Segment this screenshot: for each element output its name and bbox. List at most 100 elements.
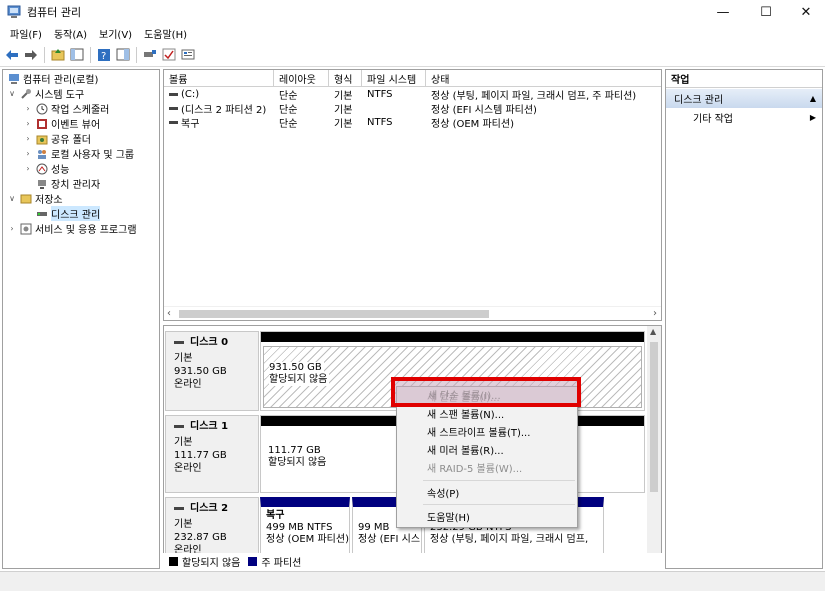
tree-item-root[interactable]: 컴퓨터 관리(로컬) [5,71,98,86]
menu-file[interactable]: 파일(F) [4,26,48,41]
volume-row[interactable]: (디스크 2 파티션 2) 단순 기본 정상 (EFI 시스템 파티션) [164,101,661,115]
menu-help[interactable]: 도움말(H) [138,26,193,41]
column-header-layout[interactable]: 레이아웃 [274,70,329,87]
menu-item-help[interactable]: 도움말(H) [397,507,577,525]
tree-item-shared-folders[interactable]: › 공유 폴더 [23,131,91,146]
chevron-right-icon[interactable]: › [23,119,33,128]
volume-row[interactable]: (C:) 단순 기본 NTFS 정상 (부팅, 페이지 파일, 크래시 덤프, … [164,87,661,101]
console-tree-icon[interactable] [69,47,85,63]
context-menu: 새 단순 볼륨(I)... 새 스팬 볼륨(N)... 새 스트라이프 볼륨(T… [396,386,578,528]
services-icon [19,222,32,235]
menu-action[interactable]: 동작(A) [48,26,93,41]
scroll-up-icon[interactable]: ▲ [650,327,656,336]
legend-unallocated: 할당되지 않음 [182,557,241,569]
column-header-status[interactable]: 상태 [426,70,661,87]
tree-item-services[interactable]: › 서비스 및 응용 프로그램 [7,221,137,236]
computer-management-icon [7,5,21,19]
check-icon[interactable] [161,47,177,63]
scroll-right-icon[interactable]: › [653,308,657,319]
tree-label-system-tools: 시스템 도구 [35,90,85,101]
show-hide-pane-icon[interactable] [115,47,131,63]
volume-layout: 단순 [279,104,298,116]
column-header-type[interactable]: 형식 [329,70,362,87]
highlighted-menu-item-label[interactable]: 새 단순 볼륨(I)... [428,387,501,402]
vertical-scrollbar[interactable]: ▲ ▼ [647,326,661,568]
tree-item-storage[interactable]: ∨ 저장소 [7,191,63,206]
column-header-filesystem[interactable]: 파일 시스템 [362,70,426,87]
tree-item-device-manager[interactable]: 장치 관리자 [33,176,100,191]
collapse-icon[interactable]: ▲ [810,94,816,103]
chevron-right-icon[interactable]: › [23,164,33,173]
tree-item-system-tools[interactable]: ∨ 시스템 도구 [7,86,84,101]
disk-1-label[interactable]: 디스크 1 기본 111.77 GB 온라인 [165,415,259,493]
scroll-left-icon[interactable]: ‹ [167,308,171,319]
chevron-down-icon[interactable]: ∨ [7,194,17,203]
disk-1-state: 온라인 [174,463,202,474]
volume-icon [169,106,178,110]
legend-primary: 주 파티션 [261,557,302,569]
actions-more-label: 기타 작업 [693,113,733,125]
maximize-button[interactable]: ☐ [749,0,783,24]
chevron-right-icon[interactable]: › [23,104,33,113]
disk-2-name: 디스크 2 [174,502,258,515]
disk-0-size: 931.50 GB [174,366,227,377]
volume-name-cell: (C:) [164,87,274,101]
tree-item-local-users[interactable]: › 로컬 사용자 및 그룹 [23,146,134,161]
scrollbar-thumb[interactable] [179,310,489,318]
tree-item-task-scheduler[interactable]: › 작업 스케줄러 [23,101,109,116]
forward-icon[interactable] [23,47,39,63]
connect-icon[interactable] [142,47,158,63]
menu-item-new-striped-volume[interactable]: 새 스트라이프 볼륨(T)... [397,422,577,440]
tree-label-shared-folders: 공유 폴더 [51,135,91,146]
volume-filesystem [362,101,426,115]
volume-name: (디스크 2 파티션 2) [181,104,267,116]
menu-separator [423,480,575,481]
chevron-right-icon[interactable]: › [23,149,33,158]
horizontal-scrollbar[interactable]: ‹ › [164,306,661,320]
close-button[interactable]: ✕ [789,0,823,24]
disk-2-p1-size: 499 MB NTFS [266,522,333,533]
disk-0-label[interactable]: 디스크 0 기본 931.50 GB 온라인 [165,331,259,411]
toolbar-separator [136,46,137,63]
chevron-right-icon[interactable]: › [23,134,33,143]
computer-management-icon [7,72,20,85]
menu-item-new-raid5-volume[interactable]: 새 RAID-5 볼륨(W)... [397,458,577,476]
menu-separator [423,504,575,505]
volume-icon [169,120,178,124]
volume-list-header: 볼륨 레이아웃 형식 파일 시스템 상태 [164,70,661,87]
help-icon[interactable]: ? [96,47,112,63]
volume-list: 볼륨 레이아웃 형식 파일 시스템 상태 (C:) 단순 기본 NTFS 정상 … [163,69,662,321]
actions-header: 작업 [666,70,822,88]
storage-icon [19,192,32,205]
vertical-scrollbar-thumb[interactable] [650,342,658,492]
menu-item-properties[interactable]: 속성(P) [397,483,577,501]
menu-bar: 파일(F) 동작(A) 보기(V) 도움말(H) [0,24,825,43]
volume-name-cell: 복구 [164,115,274,129]
volume-row[interactable]: 복구 단순 기본 NTFS 정상 (OEM 파티션) [164,115,661,129]
menu-item-new-mirrored-volume[interactable]: 새 미러 볼륨(R)... [397,440,577,458]
title-bar: 컴퓨터 관리 [0,0,825,24]
minimize-button[interactable]: — [706,0,740,24]
status-bar [0,571,825,591]
tree-item-event-viewer[interactable]: › 이벤트 뷰어 [23,116,100,131]
up-folder-icon[interactable] [50,47,66,63]
menu-view[interactable]: 보기(V) [93,26,138,41]
chevron-right-icon[interactable]: › [7,224,17,233]
chevron-down-icon[interactable]: ∨ [7,89,17,98]
volume-type: 기본 [334,104,353,116]
toolbar-separator [44,46,45,63]
disk-1-name: 디스크 1 [174,420,258,433]
tree-label-event-viewer: 이벤트 뷰어 [51,120,101,131]
volume-type: 기본 [334,90,353,102]
actions-section-disk-management[interactable]: 디스크 관리 ▲ [666,89,822,108]
column-header-volume[interactable]: 볼륨 [164,70,274,87]
properties-icon[interactable] [180,47,196,63]
actions-more-actions[interactable]: 기타 작업 ▶ [666,108,822,126]
event-viewer-icon [35,117,48,130]
disk-2-recovery-partition[interactable]: 복구 499 MB NTFS 정상 (OEM 파티션) [260,497,350,557]
tree-item-disk-management[interactable]: 디스크 관리 [33,206,101,221]
volume-type: 기본 [334,118,353,130]
volume-name: 복구 [181,118,200,130]
tree-item-performance[interactable]: › 성능 [23,161,69,176]
back-icon[interactable] [4,47,20,63]
